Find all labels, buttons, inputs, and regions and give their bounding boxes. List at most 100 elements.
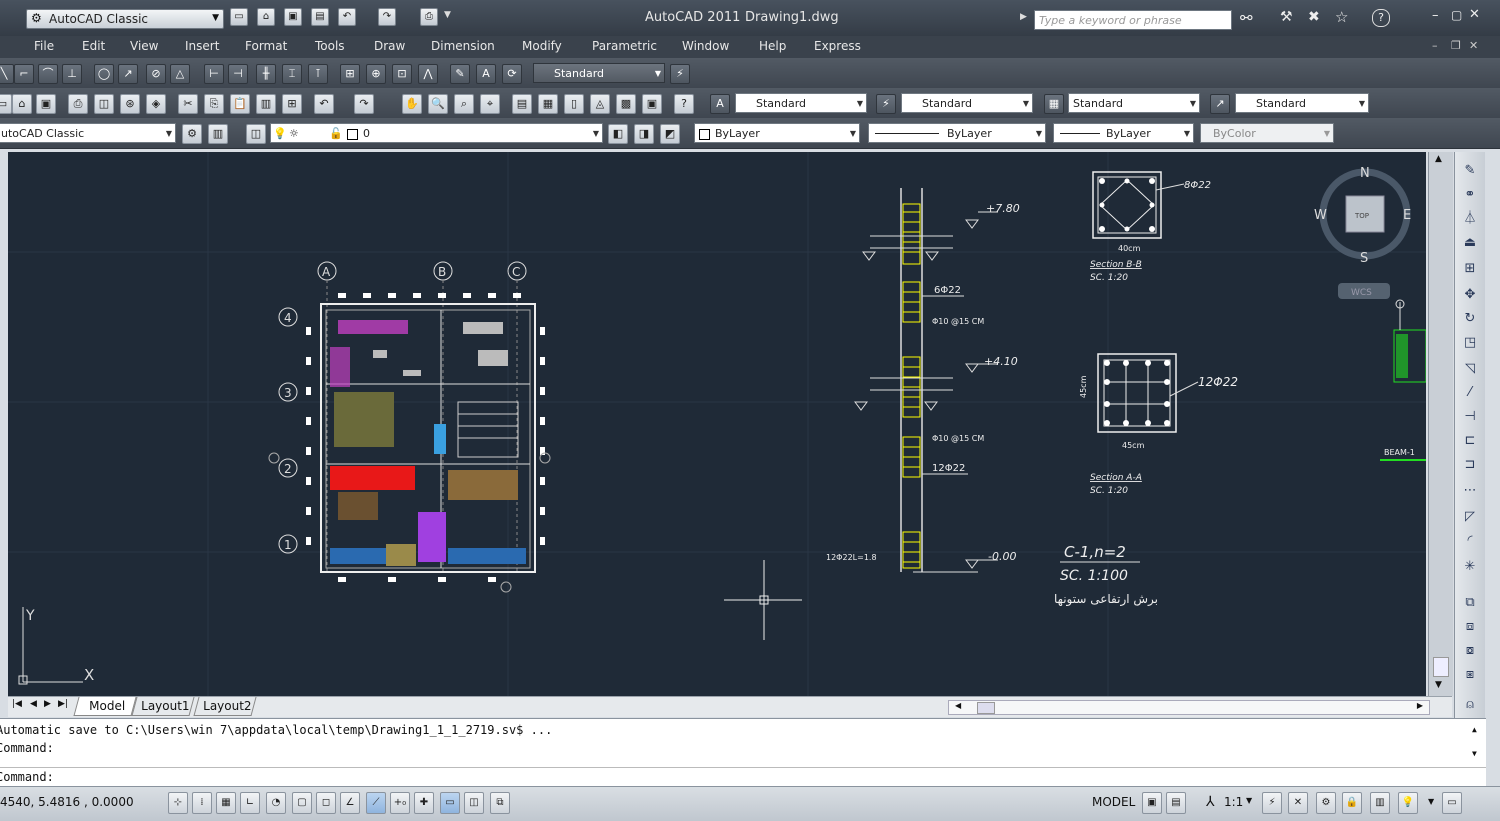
dim-update-icon[interactable]: ⟳ (502, 64, 522, 84)
horizontal-scrollbar[interactable]: ◀ ▶ (948, 700, 1430, 715)
doc-restore-icon[interactable]: ❐ (1451, 39, 1461, 52)
viewcube-south[interactable]: S (1360, 251, 1368, 266)
center-mark-icon[interactable]: ⊕ (366, 64, 386, 84)
save-as-icon[interactable]: ▤ (311, 8, 329, 26)
text-front-icon[interactable]: ⍝ (1460, 696, 1480, 714)
plotstyle-select[interactable]: ByColor ▼ (1200, 123, 1334, 143)
dimension-style-icon[interactable]: ⚡ (876, 94, 896, 114)
infer-constraints-icon[interactable]: ⊹ (168, 792, 188, 814)
table-style-select[interactable]: Standard ▼ (1068, 93, 1200, 113)
quick-dim-icon[interactable]: ⊢ (204, 64, 224, 84)
design-center-icon[interactable]: ▦ (538, 94, 558, 114)
model-space-label[interactable]: MODEL (1092, 795, 1135, 809)
command-input-row[interactable]: Command: (0, 767, 1486, 788)
polar-tracking-icon[interactable]: ◔ (266, 792, 286, 814)
dynamic-input-icon[interactable]: +₀ (390, 792, 410, 814)
workspace-switcher[interactable]: ⚙ AutoCAD Classic ▼ (26, 9, 224, 29)
line-icon[interactable]: ╲ (0, 64, 14, 84)
linetype-select[interactable]: ByLayer ▼ (868, 123, 1046, 143)
menu-modify[interactable]: Modify (522, 39, 562, 53)
copy-object-icon[interactable]: ⚭ (1460, 186, 1480, 204)
column-title-block[interactable]: C-1,n=2 SC. 1:100 برش ارتفاعی ستونها (1054, 543, 1158, 607)
draworder-back-icon[interactable]: ⧈ (1460, 618, 1480, 636)
paste-icon[interactable]: 📋 (230, 94, 250, 114)
3d-dwf-icon[interactable]: ◈ (146, 94, 166, 114)
layer-select[interactable]: 💡 ☼ 🔓 0 ▼ (270, 123, 603, 143)
jogged-linear-icon[interactable]: ⋀ (418, 64, 438, 84)
object-snap-icon[interactable]: ▢ (292, 792, 312, 814)
match-prop-icon[interactable]: ▥ (256, 94, 276, 114)
annotation-visibility-icon[interactable]: ⚡ (1262, 792, 1282, 814)
lineweight-icon[interactable]: ✚ (414, 792, 434, 814)
redo-icon[interactable]: ↷ (354, 94, 374, 114)
tool-palettes-icon[interactable]: ▯ (564, 94, 584, 114)
dim-style-select[interactable]: Standard ▼ (533, 63, 665, 83)
rotate-icon[interactable]: ↻ (1460, 310, 1480, 328)
markup-icon[interactable]: ▩ (616, 94, 636, 114)
publish-icon[interactable]: ⊛ (120, 94, 140, 114)
undo-icon[interactable]: ↶ (338, 8, 356, 26)
toolbar-lock-icon[interactable]: 🔒 (1342, 792, 1362, 814)
stretch-icon[interactable]: ◹ (1460, 360, 1480, 378)
arc-dim-icon[interactable]: ⌒ (38, 64, 58, 84)
viewcube-west[interactable]: W (1314, 208, 1327, 223)
space-icon[interactable]: ⌶ (282, 64, 302, 84)
menu-format[interactable]: Format (245, 39, 287, 53)
scroll-left-icon[interactable]: ◀ (955, 701, 961, 710)
draworder-front-icon[interactable]: ⧉ (1460, 594, 1480, 612)
trim-icon[interactable]: ⁄ (1460, 384, 1480, 402)
continue-icon[interactable]: ╫ (256, 64, 276, 84)
maximize-icon[interactable]: ▢ (1451, 8, 1462, 22)
coordinates-readout[interactable]: 4540, 5.4816 , 0.0000 (0, 795, 134, 809)
scroll-thumb[interactable] (1433, 657, 1449, 677)
new-icon[interactable]: ▭ (230, 8, 248, 26)
chevron-down-icon[interactable]: ▼ (1246, 796, 1252, 805)
menu-window[interactable]: Window (682, 39, 729, 53)
join-icon[interactable]: ⋯ (1460, 482, 1480, 500)
menu-insert[interactable]: Insert (185, 39, 219, 53)
cmd-scroll-up-icon[interactable]: ▲ (1472, 725, 1477, 734)
menu-help[interactable]: Help (759, 39, 786, 53)
cmd-scroll-down-icon[interactable]: ▼ (1472, 749, 1477, 758)
dim-edit-icon[interactable]: ✎ (450, 64, 470, 84)
help-icon[interactable]: ? (674, 94, 694, 114)
sheet-set-icon[interactable]: ◬ (590, 94, 610, 114)
binoculars-icon[interactable]: ⚯ (1240, 9, 1253, 27)
menu-view[interactable]: View (130, 39, 158, 53)
quick-properties-icon[interactable]: ◫ (464, 792, 484, 814)
isolate-objects-icon[interactable]: 💡 (1398, 792, 1418, 814)
pan-icon[interactable]: ✋ (402, 94, 422, 114)
chevron-down-icon[interactable]: ▼ (1428, 797, 1434, 806)
scroll-right-icon[interactable]: ▶ (1417, 701, 1423, 710)
grid-display-icon[interactable]: ▦ (216, 792, 236, 814)
erase-icon[interactable]: ✎ (1460, 162, 1480, 180)
explode-icon[interactable]: ✳ (1460, 558, 1480, 576)
multileader-style-icon[interactable]: ↗ (1210, 94, 1230, 114)
diameter-icon[interactable]: ⊘ (146, 64, 166, 84)
menu-file[interactable]: File (34, 39, 54, 53)
scroll-down-icon[interactable]: ▼ (1435, 680, 1442, 690)
preview-icon[interactable]: ◫ (94, 94, 114, 114)
mirror-icon[interactable]: ⏃ (1460, 210, 1480, 228)
tolerance-icon[interactable]: ⊞ (340, 64, 360, 84)
workspace-select[interactable]: utoCAD Classic ▼ (0, 123, 176, 143)
open-icon[interactable]: ▭ (0, 94, 12, 114)
quick-view-drawings-icon[interactable]: ▤ (1166, 792, 1186, 814)
block-editor-icon[interactable]: ⊞ (282, 94, 302, 114)
viewcube-north[interactable]: N (1360, 166, 1370, 181)
zoom-window-icon[interactable]: ⌕ (454, 94, 474, 114)
star-icon[interactable]: ☆ (1335, 8, 1348, 26)
open-icon[interactable]: ⌂ (257, 8, 275, 26)
viewcube-east[interactable]: E (1403, 208, 1411, 223)
chevron-down-icon[interactable]: ▼ (444, 10, 451, 20)
draworder-under-icon[interactable]: ⧆ (1460, 666, 1480, 684)
text-style-icon[interactable]: A (710, 94, 730, 114)
exchange-icon[interactable]: ✖ (1308, 9, 1320, 25)
clean-screen-icon[interactable]: ▭ (1442, 792, 1462, 814)
menu-edit[interactable]: Edit (82, 39, 105, 53)
ducs-icon[interactable]: ⟋ (366, 792, 386, 814)
quickcalc-icon[interactable]: ▣ (642, 94, 662, 114)
section-a-a[interactable]: 12Φ22 45cm 45cm Section A-A SC. 1:20 (1079, 353, 1238, 496)
break-icon[interactable]: ⊐ (1460, 456, 1480, 474)
zoom-previous-icon[interactable]: ⌖ (480, 94, 500, 114)
